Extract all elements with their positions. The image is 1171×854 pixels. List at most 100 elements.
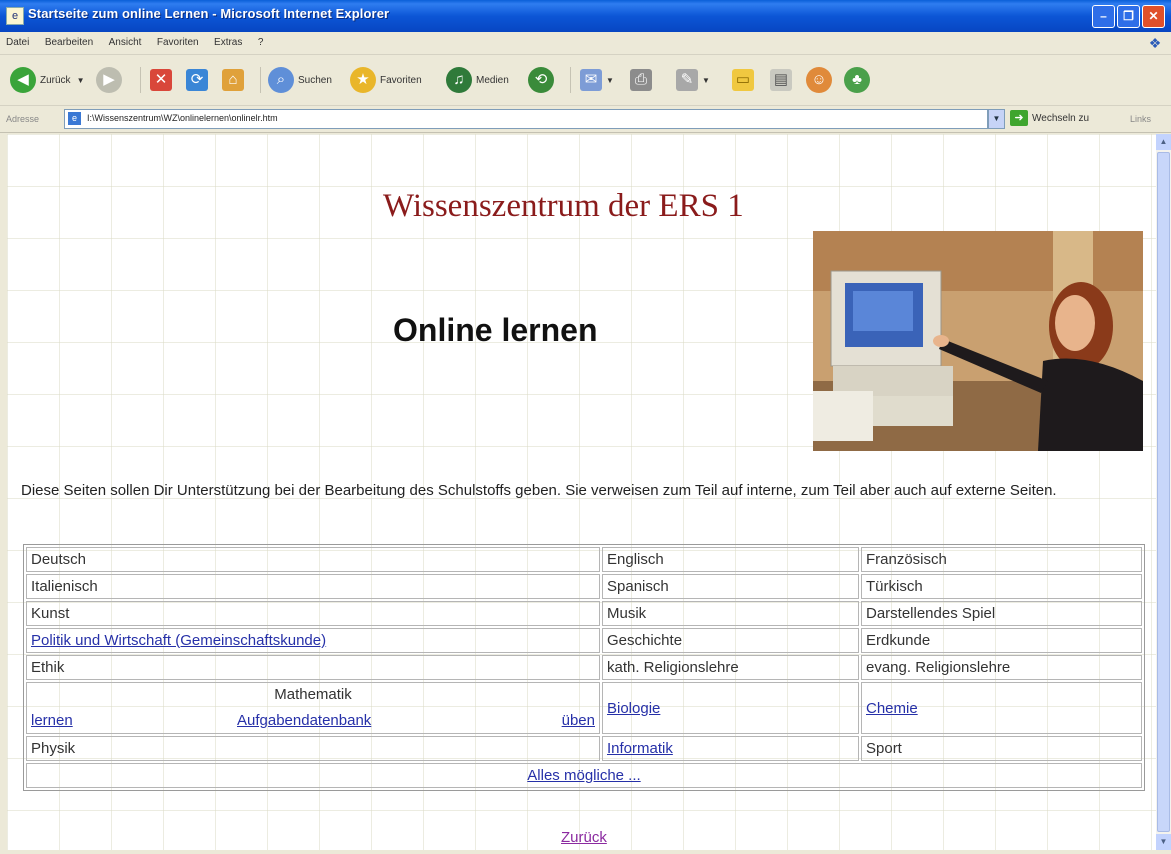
subject-erdkunde: Erdkunde: [861, 628, 1142, 653]
subject-tuerkisch: Türkisch: [861, 574, 1142, 599]
ie-page-icon: e: [6, 7, 24, 25]
table-row: Physik Informatik Sport: [26, 736, 1142, 761]
windows-logo-icon: ❖: [1148, 35, 1162, 51]
research-button[interactable]: ▤: [770, 64, 796, 96]
subject-kath-religion: kath. Religionslehre: [602, 655, 859, 680]
home-icon: ⌂: [222, 69, 244, 91]
home-button[interactable]: ⌂: [222, 64, 248, 96]
discuss-icon: ♣: [844, 67, 870, 93]
edit-button[interactable]: ✎ ▼: [676, 64, 710, 96]
subject-politik-cell: Politik und Wirtschaft (Gemeinschaftskun…: [26, 628, 600, 653]
search-button[interactable]: ⌕ Suchen: [268, 64, 332, 96]
politik-link[interactable]: Politik und Wirtschaft (Gemeinschaftskun…: [31, 632, 326, 649]
table-row: Kunst Musik Darstellendes Spiel: [26, 601, 1142, 626]
go-label: Wechseln zu: [1032, 112, 1090, 124]
subject-physik: Physik: [26, 736, 600, 761]
favorites-icon: ★: [350, 67, 376, 93]
math-ueben-link[interactable]: üben: [562, 712, 595, 729]
menu-extras[interactable]: Extras: [208, 32, 247, 48]
table-row: Ethik kath. Religionslehre evang. Religi…: [26, 655, 1142, 680]
discuss-button[interactable]: ♣: [844, 64, 874, 96]
mathematik-title: Mathematik: [274, 686, 352, 703]
print-button[interactable]: ⎙: [630, 64, 656, 96]
zurueck-link[interactable]: Zurück: [561, 829, 607, 846]
address-url: I:\Wissenszentrum\WZ\onlinelernen\online…: [87, 113, 278, 123]
menu-datei[interactable]: Datei: [0, 32, 34, 48]
subject-spanisch: Spanisch: [602, 574, 859, 599]
history-button[interactable]: ⟲: [528, 64, 558, 96]
math-aufgabendatenbank-link[interactable]: Aufgabendatenbank: [237, 712, 371, 729]
subject-englisch: Englisch: [602, 547, 859, 572]
links-label[interactable]: Links: [1130, 114, 1151, 124]
informatik-link[interactable]: Informatik: [607, 740, 673, 757]
maximize-button[interactable]: ❐: [1117, 5, 1140, 28]
minimize-button[interactable]: –: [1092, 5, 1115, 28]
informatik-cell: Informatik: [602, 736, 859, 761]
favorites-button[interactable]: ★ Favoriten: [350, 64, 422, 96]
table-row: Deutsch Englisch Französisch: [26, 547, 1142, 572]
go-button[interactable]: ➜ Wechseln zu: [1010, 110, 1089, 126]
page-subheading: Online lernen: [393, 312, 598, 348]
go-arrow-icon: ➜: [1010, 110, 1028, 126]
mathematik-cell: Mathematik lernen Aufgabendatenbank üben: [26, 682, 600, 734]
edit-dropdown-icon[interactable]: ▼: [702, 76, 710, 85]
biologie-cell: Biologie: [602, 682, 859, 734]
misc-cell: Alles mögliche ...: [26, 763, 1142, 788]
research-icon: ▤: [770, 69, 792, 91]
subject-sport: Sport: [861, 736, 1142, 761]
messenger-icon: ☺: [806, 67, 832, 93]
mail-button[interactable]: ✉ ▼: [580, 64, 614, 96]
edit-icon: ✎: [676, 69, 698, 91]
menu-bar: Datei Bearbeiten Ansicht Favoriten Extra…: [0, 32, 1171, 55]
chemie-cell: Chemie: [861, 682, 1142, 734]
favorites-label: Favoriten: [380, 74, 422, 86]
subject-musik: Musik: [602, 601, 859, 626]
subjects-table: Deutsch Englisch Französisch Italienisch…: [23, 544, 1145, 791]
toolbar-separator: [140, 67, 141, 93]
media-label: Medien: [476, 74, 509, 86]
biologie-link[interactable]: Biologie: [607, 700, 660, 717]
folder-button[interactable]: ▭: [732, 64, 758, 96]
scroll-up-icon[interactable]: ▲: [1156, 134, 1171, 150]
address-input[interactable]: e I:\Wissenszentrum\WZ\onlinelernen\onli…: [64, 109, 988, 129]
intro-text: Diese Seiten sollen Dir Unterstützung be…: [21, 482, 1057, 499]
browser-window: e Startseite zum online Lernen - Microso…: [0, 0, 1171, 854]
back-dropdown-icon[interactable]: ▼: [77, 76, 85, 85]
subject-geschichte: Geschichte: [602, 628, 859, 653]
media-button[interactable]: ♫ Medien: [446, 64, 509, 96]
print-icon: ⎙: [630, 69, 652, 91]
menu-help[interactable]: ?: [252, 32, 269, 48]
address-dropdown-icon[interactable]: ▼: [988, 109, 1005, 129]
close-button[interactable]: ✕: [1142, 5, 1165, 28]
mail-dropdown-icon[interactable]: ▼: [606, 76, 614, 85]
messenger-button[interactable]: ☺: [806, 64, 836, 96]
refresh-button[interactable]: ⟳: [186, 64, 212, 96]
math-lernen-link[interactable]: lernen: [31, 712, 73, 729]
forward-button[interactable]: ▶: [96, 64, 126, 96]
stop-button[interactable]: ✕: [150, 64, 176, 96]
scroll-down-icon[interactable]: ▼: [1156, 834, 1171, 850]
page-viewport: Wissenszentrum der ERS 1 Online lernen D…: [7, 134, 1156, 850]
media-icon: ♫: [446, 67, 472, 93]
menu-ansicht[interactable]: Ansicht: [103, 32, 147, 48]
mail-icon: ✉: [580, 69, 602, 91]
history-icon: ⟲: [528, 67, 554, 93]
table-row: Politik und Wirtschaft (Gemeinschaftskun…: [26, 628, 1142, 653]
subject-kunst: Kunst: [26, 601, 600, 626]
table-row: Italienisch Spanisch Türkisch: [26, 574, 1142, 599]
menu-bearbeiten[interactable]: Bearbeiten: [39, 32, 98, 48]
subject-ethik: Ethik: [26, 655, 600, 680]
back-button[interactable]: ◀ Zurück ▼: [10, 64, 84, 96]
toolbar-separator: [260, 67, 261, 93]
folder-icon: ▭: [732, 69, 754, 91]
subject-evang-religion: evang. Religionslehre: [861, 655, 1142, 680]
vertical-scrollbar[interactable]: ▲ ▼: [1156, 134, 1171, 850]
table-row: Mathematik lernen Aufgabendatenbank üben…: [26, 682, 1142, 734]
refresh-icon: ⟳: [186, 69, 208, 91]
alles-moegliche-link[interactable]: Alles mögliche ...: [527, 767, 640, 784]
toolbar: ◀ Zurück ▼ ▶ ✕ ⟳ ⌂ ⌕ Suchen ★ Favoriten …: [0, 55, 1171, 106]
toolbar-separator: [570, 67, 571, 93]
menu-favoriten[interactable]: Favoriten: [151, 32, 204, 48]
scroll-thumb[interactable]: [1157, 152, 1170, 832]
chemie-link[interactable]: Chemie: [866, 700, 918, 717]
